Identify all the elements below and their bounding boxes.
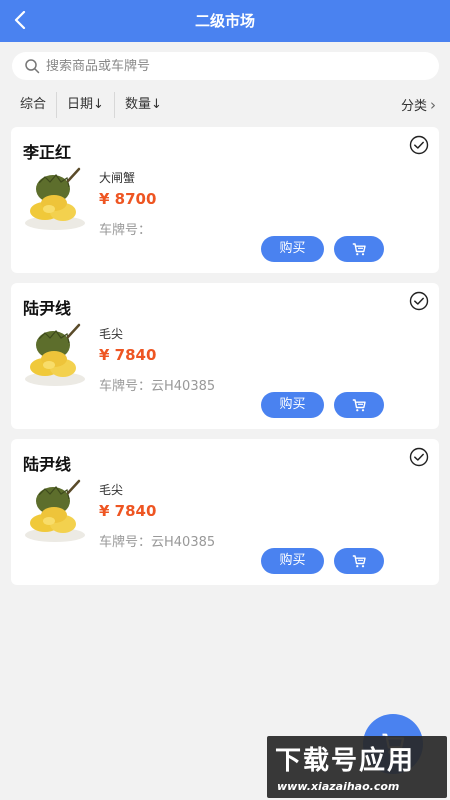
- add-to-cart-button[interactable]: [334, 236, 384, 262]
- filter-comprehensive[interactable]: 综合: [0, 95, 56, 115]
- durian-image: [25, 479, 85, 542]
- product-name: 毛尖: [99, 327, 124, 341]
- page-title: 二级市场: [194, 12, 255, 30]
- search-icon: [25, 59, 40, 74]
- add-to-cart-button[interactable]: [334, 548, 384, 574]
- check-circle-icon[interactable]: [409, 135, 429, 155]
- search-bar[interactable]: [12, 52, 439, 80]
- owner-name: 李正红: [23, 143, 72, 162]
- add-to-cart-button[interactable]: [334, 392, 384, 418]
- check-circle-icon[interactable]: [409, 291, 429, 311]
- plate-number: 车牌号：云H40385: [99, 535, 216, 550]
- owner-name: 陆尹线: [23, 299, 72, 318]
- watermark-url: www.xiazaihao.com: [277, 780, 400, 793]
- buy-button[interactable]: 购买: [261, 392, 324, 418]
- app-header: 二级市场: [0, 0, 450, 42]
- filter-label: 日期: [67, 97, 94, 112]
- watermark-title: 下载号应用: [275, 746, 416, 776]
- check-circle-icon[interactable]: [409, 447, 429, 467]
- search-input[interactable]: [46, 58, 406, 74]
- filter-bar: 综合 日期 ↓ 数量 ↓ 分类 ›: [0, 90, 450, 120]
- durian-image: [25, 167, 85, 230]
- filter-date[interactable]: 日期 ↓: [57, 95, 114, 115]
- plate-number: 车牌号：云H40385: [99, 379, 216, 394]
- buy-button[interactable]: 购买: [261, 548, 324, 574]
- cart-icon: [352, 242, 366, 255]
- watermark: 下载号应用 www.xiazaihao.com: [267, 736, 447, 798]
- filter-label: 综合: [20, 97, 47, 112]
- category-filter[interactable]: 分类 ›: [400, 95, 436, 115]
- filter-quantity[interactable]: 数量 ↓: [115, 95, 172, 115]
- plate-number: 车牌号：: [99, 223, 152, 238]
- cart-icon: [352, 554, 366, 567]
- category-label: 分类: [400, 99, 427, 114]
- buy-button[interactable]: 购买: [261, 236, 324, 262]
- owner-name: 陆尹线: [23, 455, 72, 474]
- durian-image: [25, 323, 85, 386]
- product-card[interactable]: 李正红 大闸蟹 ¥ 8700 车牌号： 购买: [11, 127, 439, 273]
- sort-arrow-icon: ↓: [150, 97, 162, 112]
- product-price: ¥ 7840: [99, 502, 157, 520]
- chevron-right-icon: ›: [430, 95, 436, 114]
- product-card[interactable]: 陆尹线 毛尖 ¥ 7840 车牌号：云H40385 购买: [11, 439, 439, 585]
- filter-label: 数量: [124, 97, 151, 112]
- cart-icon: [352, 398, 366, 411]
- sort-arrow-icon: ↓: [93, 97, 104, 112]
- product-price: ¥ 7840: [99, 346, 157, 364]
- product-price: ¥ 8700: [99, 190, 157, 208]
- product-name: 毛尖: [99, 483, 124, 497]
- product-card[interactable]: 陆尹线 毛尖 ¥ 7840 车牌号：云H40385 购买: [11, 283, 439, 429]
- product-name: 大闸蟹: [99, 171, 136, 185]
